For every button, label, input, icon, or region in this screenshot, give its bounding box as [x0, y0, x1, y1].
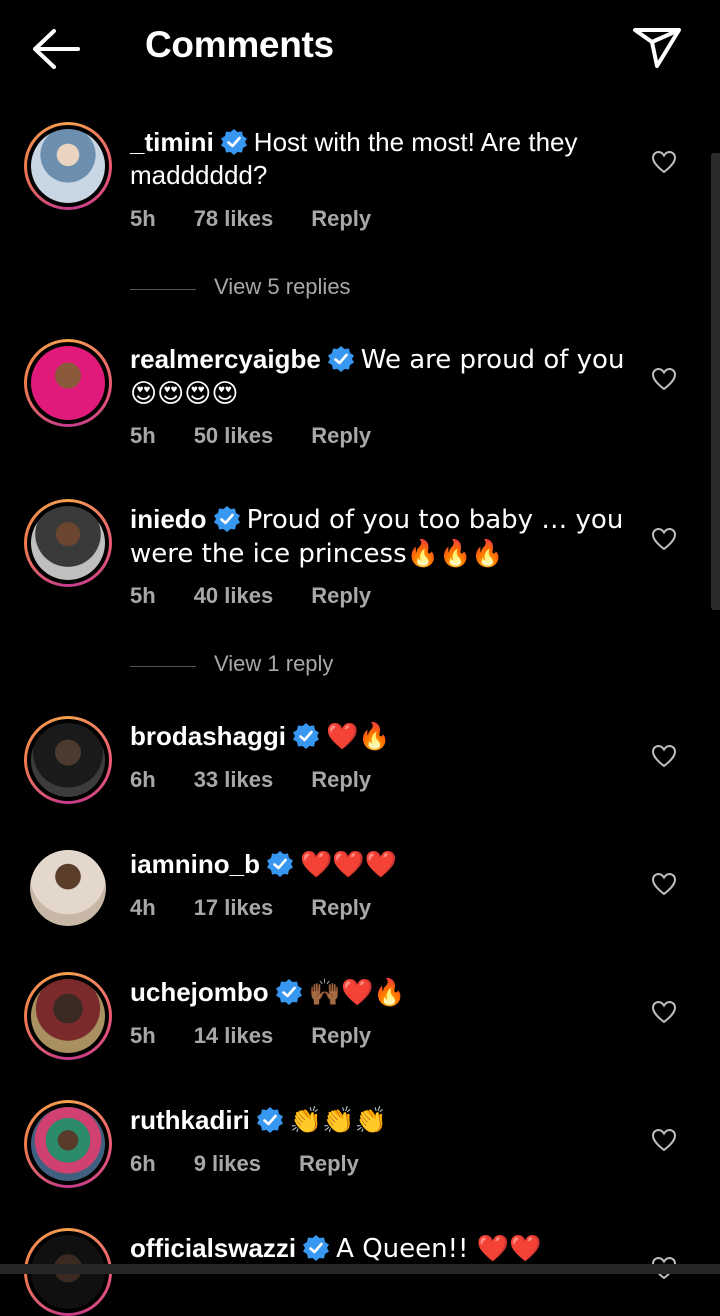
comment-text: 🙌🏾❤️🔥 — [308, 978, 406, 1008]
comment-time: 6h — [130, 767, 156, 792]
verified-badge-icon — [327, 346, 354, 372]
verified-badge-icon — [293, 723, 320, 749]
avatar[interactable] — [24, 499, 112, 587]
username[interactable]: ruthkadiri — [130, 1105, 250, 1135]
comment-text: A Queen!! ❤️❤️ — [336, 1234, 542, 1264]
avatar[interactable] — [24, 339, 112, 427]
scrollbar[interactable] — [711, 153, 720, 610]
heart-icon[interactable] — [651, 367, 677, 391]
username[interactable]: realmercyaigbe — [130, 344, 321, 374]
avatar[interactable] — [24, 122, 112, 210]
reply-button[interactable]: Reply — [311, 895, 371, 920]
view-replies-button[interactable]: View 5 replies — [130, 274, 530, 304]
view-replies-label: View 1 reply — [214, 651, 334, 676]
username[interactable]: iamnino_b — [130, 849, 260, 879]
heart-icon[interactable] — [651, 150, 677, 174]
heart-icon[interactable] — [651, 744, 677, 768]
verified-badge-icon — [213, 506, 240, 532]
header: Comments — [0, 0, 720, 100]
comment-likes[interactable]: 40 likes — [194, 583, 274, 608]
comment-time: 6h — [130, 1151, 156, 1176]
verified-badge-icon — [220, 129, 247, 155]
comment-likes[interactable]: 14 likes — [194, 1023, 274, 1048]
reply-button[interactable]: Reply — [311, 423, 371, 448]
verified-badge-icon — [256, 1107, 283, 1133]
heart-icon[interactable] — [651, 527, 677, 551]
comment-likes[interactable]: 9 likes — [194, 1151, 261, 1176]
divider — [130, 289, 196, 290]
divider — [130, 666, 196, 667]
reply-button[interactable]: Reply — [299, 1151, 359, 1176]
comment-time: 4h — [130, 895, 156, 920]
comment-time: 5h — [130, 206, 156, 231]
avatar[interactable] — [24, 1100, 112, 1188]
username[interactable]: _timini — [130, 127, 214, 157]
comment-text: ❤️🔥 — [326, 722, 391, 752]
comment-time: 5h — [130, 1023, 156, 1048]
comment-text: 👏👏👏 — [289, 1106, 388, 1136]
view-replies-label: View 5 replies — [214, 274, 351, 299]
comment-likes[interactable]: 78 likes — [194, 206, 274, 231]
reply-button[interactable]: Reply — [311, 767, 371, 792]
username[interactable]: uchejombo — [130, 977, 269, 1007]
reply-button[interactable]: Reply — [311, 206, 371, 231]
verified-badge-icon — [303, 1235, 330, 1261]
bottom-edge — [0, 1264, 720, 1274]
avatar[interactable] — [24, 972, 112, 1060]
avatar[interactable] — [24, 716, 112, 804]
page-title: Comments — [145, 24, 334, 65]
back-arrow-icon[interactable] — [30, 26, 82, 72]
send-icon[interactable] — [630, 22, 684, 72]
username[interactable]: iniedo — [130, 504, 207, 534]
comment-time: 5h — [130, 423, 156, 448]
verified-badge-icon — [275, 979, 302, 1005]
username[interactable]: brodashaggi — [130, 721, 286, 751]
comment-text: ❤️❤️❤️ — [300, 850, 398, 880]
comment-time: 5h — [130, 583, 156, 608]
heart-icon[interactable] — [651, 1000, 677, 1024]
heart-icon[interactable] — [651, 872, 677, 896]
verified-badge-icon — [267, 851, 294, 877]
avatar[interactable] — [24, 844, 112, 932]
comment-likes[interactable]: 33 likes — [194, 767, 274, 792]
reply-button[interactable]: Reply — [311, 1023, 371, 1048]
heart-icon[interactable] — [651, 1128, 677, 1152]
comment-likes[interactable]: 17 likes — [194, 895, 274, 920]
comment-likes[interactable]: 50 likes — [194, 423, 274, 448]
reply-button[interactable]: Reply — [311, 583, 371, 608]
view-replies-button[interactable]: View 1 reply — [130, 651, 530, 681]
username[interactable]: officialswazzi — [130, 1233, 296, 1263]
